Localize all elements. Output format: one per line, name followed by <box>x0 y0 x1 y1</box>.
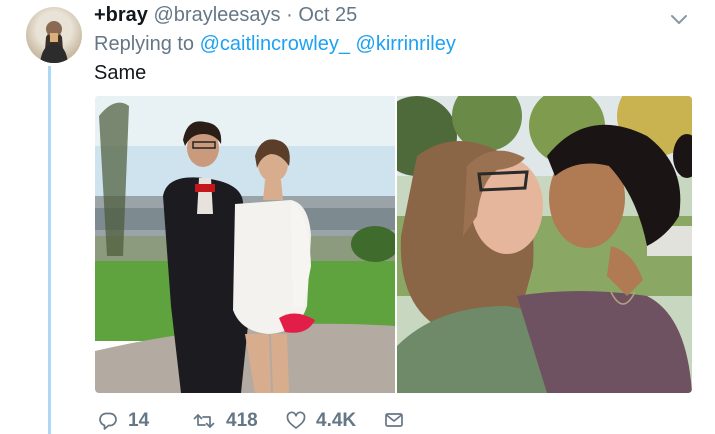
tweet-header: +bray @brayleesays · Oct 25 <box>94 4 357 27</box>
thread-line <box>48 66 51 434</box>
tweet-date[interactable]: Oct 25 <box>298 4 357 26</box>
photo-couple-formal[interactable] <box>95 96 395 393</box>
mention-link[interactable]: @kirrinriley <box>356 33 456 55</box>
retweet-count: 418 <box>226 410 258 431</box>
media-gallery <box>95 96 692 393</box>
retweet-icon <box>192 411 216 431</box>
reply-button[interactable]: 14 <box>98 410 149 432</box>
mention-link[interactable]: @caitlincrowley_ <box>200 33 350 55</box>
direct-message-button[interactable] <box>384 410 404 430</box>
tweet-text: Same <box>94 62 147 84</box>
reply-icon <box>98 411 118 431</box>
envelope-icon <box>384 410 404 430</box>
avatar[interactable] <box>26 7 82 63</box>
display-name[interactable]: +bray <box>94 4 148 26</box>
replying-label: Replying to <box>94 33 195 55</box>
like-count: 4.4K <box>316 410 357 431</box>
photo-couple-kiss[interactable] <box>397 96 692 393</box>
like-button[interactable]: 4.4K <box>286 410 356 432</box>
reply-count: 14 <box>128 410 150 431</box>
retweet-button[interactable]: 418 <box>192 410 258 432</box>
user-handle[interactable]: @brayleesays <box>154 4 281 26</box>
separator: · <box>286 4 293 26</box>
chevron-down-icon[interactable] <box>668 8 690 30</box>
replying-to: Replying to @caitlincrowley_ @kirrinrile… <box>94 33 456 56</box>
heart-icon <box>286 411 306 431</box>
